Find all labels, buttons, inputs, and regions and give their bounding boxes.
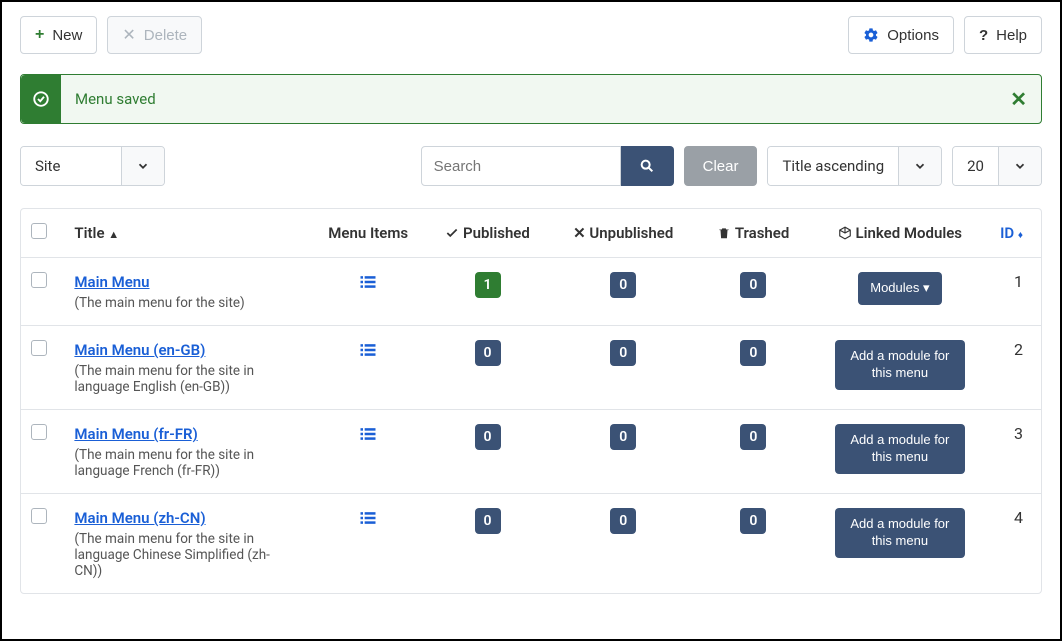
unpublished-badge[interactable]: 0	[610, 272, 636, 298]
trash-icon	[717, 226, 731, 240]
help-button[interactable]: ? Help	[964, 16, 1042, 54]
linked-module-button[interactable]: Modules	[858, 272, 941, 305]
options-button-label: Options	[887, 27, 939, 44]
close-icon[interactable]: ✕	[1010, 87, 1027, 111]
caret-up-icon: ▲	[108, 228, 119, 241]
clear-button[interactable]: Clear	[684, 146, 758, 186]
plus-icon: +	[35, 26, 44, 44]
new-button-label: New	[52, 27, 82, 44]
alert-message: Menu saved	[61, 90, 170, 108]
published-badge[interactable]: 0	[475, 508, 501, 534]
menu-title-link[interactable]: Main Menu	[74, 273, 149, 291]
search-icon	[639, 158, 655, 174]
unpublished-badge[interactable]: 0	[610, 424, 636, 450]
list-icon[interactable]	[358, 341, 378, 365]
menu-description: (The main menu for the site in language …	[74, 363, 274, 395]
x-icon: ✕	[573, 224, 586, 242]
menu-description: (The main menu for the site in language …	[74, 531, 274, 579]
published-badge[interactable]: 0	[475, 424, 501, 450]
gear-icon	[863, 27, 879, 43]
sort-select[interactable]: Title ascending	[767, 146, 942, 186]
row-id: 3	[987, 410, 1041, 494]
linked-module-button[interactable]: Add a module for this menu	[835, 508, 965, 558]
table-row: Main Menu (fr-FR) (The main menu for the…	[21, 410, 1041, 494]
trashed-badge[interactable]: 0	[740, 340, 766, 366]
published-badge[interactable]: 1	[475, 272, 501, 298]
chevron-down-icon	[121, 147, 164, 185]
filter-bar: Site Clear Title ascending 20	[20, 146, 1042, 186]
col-title[interactable]: Title ▲	[64, 209, 314, 258]
site-select[interactable]: Site	[20, 146, 165, 186]
menu-description: (The main menu for the site in language …	[74, 447, 274, 479]
select-all-checkbox[interactable]	[31, 223, 47, 239]
menu-title-link[interactable]: Main Menu (fr-FR)	[74, 425, 197, 443]
col-trashed: Trashed	[694, 209, 813, 258]
menus-table: Title ▲ Menu Items Published ✕ Unpublish…	[20, 208, 1042, 594]
table-row: Main Menu (The main menu for the site) 1…	[21, 258, 1041, 326]
col-id[interactable]: ID ♦	[987, 209, 1041, 258]
trashed-badge[interactable]: 0	[740, 508, 766, 534]
trashed-badge[interactable]: 0	[740, 272, 766, 298]
unpublished-badge[interactable]: 0	[610, 340, 636, 366]
row-checkbox[interactable]	[31, 424, 47, 440]
col-menu-items: Menu Items	[314, 209, 423, 258]
menu-title-link[interactable]: Main Menu (zh-CN)	[74, 509, 205, 527]
question-icon: ?	[979, 27, 988, 44]
list-icon[interactable]	[358, 273, 378, 297]
perpage-select[interactable]: 20	[952, 146, 1042, 186]
perpage-label: 20	[953, 147, 998, 185]
col-published: Published	[422, 209, 552, 258]
toolbar: + New ✕ Delete Options ? Help	[20, 16, 1042, 54]
table-row: Main Menu (zh-CN) (The main menu for the…	[21, 494, 1041, 594]
trashed-badge[interactable]: 0	[740, 424, 766, 450]
help-button-label: Help	[996, 27, 1027, 44]
table-row: Main Menu (en-GB) (The main menu for the…	[21, 326, 1041, 410]
col-linked-modules: Linked Modules	[813, 209, 987, 258]
linked-module-button[interactable]: Add a module for this menu	[835, 340, 965, 390]
row-id: 2	[987, 326, 1041, 410]
new-button[interactable]: + New	[20, 16, 97, 54]
unpublished-badge[interactable]: 0	[610, 508, 636, 534]
chevron-down-icon	[898, 147, 941, 185]
linked-module-button[interactable]: Add a module for this menu	[835, 424, 965, 474]
chevron-down-icon	[998, 147, 1041, 185]
delete-button-label: Delete	[144, 27, 187, 44]
row-checkbox[interactable]	[31, 340, 47, 356]
check-circle-icon	[21, 75, 61, 123]
published-badge[interactable]: 0	[475, 340, 501, 366]
delete-button: ✕ Delete	[107, 16, 202, 54]
check-icon	[445, 226, 459, 240]
site-select-label: Site	[21, 147, 121, 185]
menu-description: (The main menu for the site)	[74, 295, 274, 311]
search-input[interactable]	[421, 146, 621, 186]
search-button[interactable]	[621, 146, 674, 186]
row-checkbox[interactable]	[31, 508, 47, 524]
menu-title-link[interactable]: Main Menu (en-GB)	[74, 341, 205, 359]
cube-icon	[838, 226, 852, 240]
row-id: 4	[987, 494, 1041, 594]
x-icon: ✕	[122, 25, 135, 45]
row-checkbox[interactable]	[31, 272, 47, 288]
sort-icon: ♦	[1018, 230, 1023, 241]
search-group	[421, 146, 674, 186]
col-unpublished: ✕ Unpublished	[553, 209, 694, 258]
alert-success: Menu saved ✕	[20, 74, 1042, 124]
row-id: 1	[987, 258, 1041, 326]
list-icon[interactable]	[358, 425, 378, 449]
sort-select-label: Title ascending	[768, 147, 898, 185]
options-button[interactable]: Options	[848, 16, 954, 54]
list-icon[interactable]	[358, 509, 378, 533]
